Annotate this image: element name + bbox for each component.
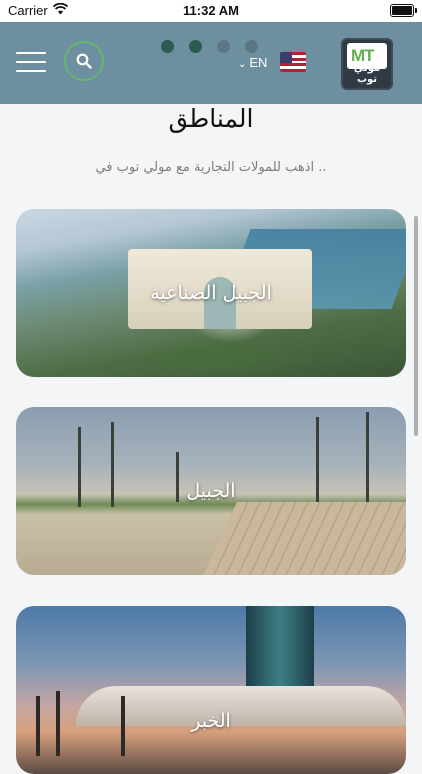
carousel-dot[interactable] (245, 40, 258, 53)
carousel-dot[interactable] (161, 40, 174, 53)
region-label: الجبيل (186, 480, 236, 502)
scrollbar[interactable] (414, 216, 418, 436)
clock: 11:32 AM (183, 3, 239, 18)
hamburger-menu-icon[interactable] (16, 52, 46, 74)
app-logo[interactable]: MT مولي توب (341, 38, 393, 90)
region-card-khobar[interactable]: الخبر (16, 606, 406, 774)
status-bar: Carrier 11:32 AM (0, 0, 422, 22)
region-label: الخبر (191, 710, 231, 732)
language-selector[interactable]: ⌄ EN (238, 55, 267, 70)
language-label: EN (249, 55, 268, 70)
region-card-jubail[interactable]: الجبيل (16, 407, 406, 575)
search-button[interactable] (64, 41, 104, 81)
chevron-down-icon: ⌄ (238, 59, 247, 70)
page-subtitle: اذهب للمولات التجارية مع مولي توب في .. (95, 160, 327, 175)
search-icon (76, 53, 92, 69)
region-label: الجبيل الصناعية (150, 282, 272, 304)
region-card-jubail-industrial[interactable]: الجبيل الصناعية (16, 209, 406, 377)
carousel-dot[interactable] (217, 40, 230, 53)
us-flag-icon[interactable] (280, 52, 306, 72)
page-title: المناطق (168, 104, 254, 133)
region-image (195, 502, 406, 575)
app-header: ⌄ EN MT مولي توب (0, 22, 422, 104)
battery-icon (390, 4, 417, 17)
carousel-dot[interactable] (189, 40, 202, 53)
logo-text: مولي توب (353, 63, 381, 85)
